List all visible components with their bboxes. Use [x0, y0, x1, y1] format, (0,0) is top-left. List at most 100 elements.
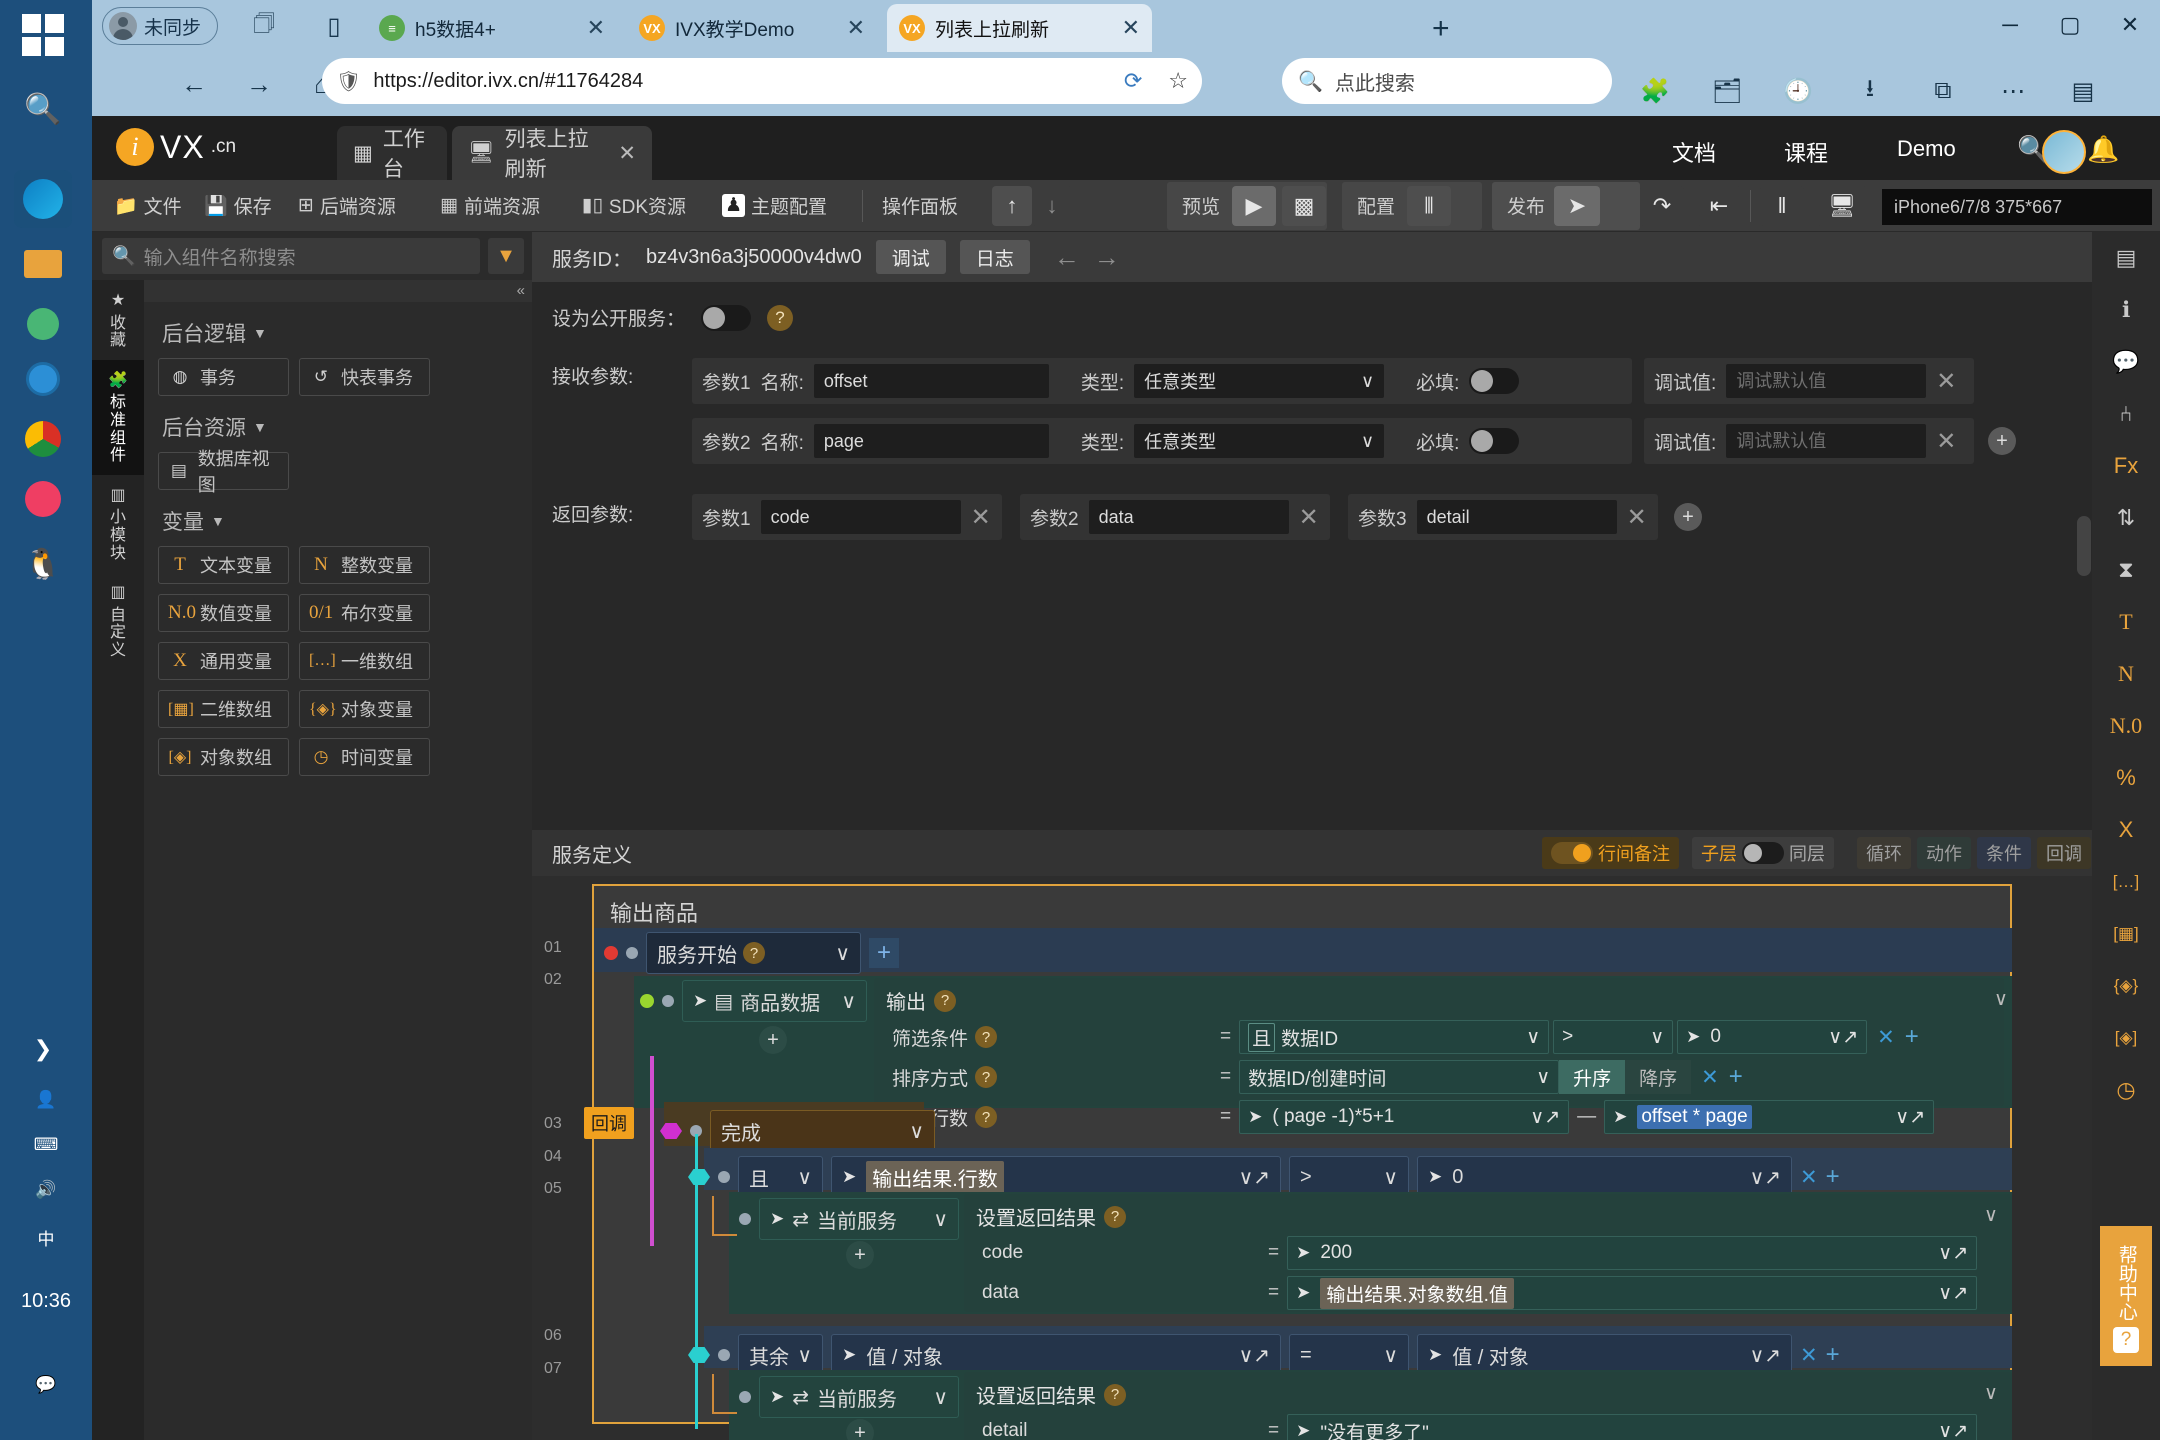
sort-add-icon[interactable]: + [1729, 1063, 1743, 1091]
layer-toggle[interactable]: 子层 同层 [1692, 837, 1834, 869]
debug-button[interactable]: 调试 [875, 240, 946, 274]
align-button[interactable]: ⇤ [1697, 186, 1741, 226]
param-remove-icon[interactable]: ✕ [1936, 367, 1956, 396]
component-chip-int-var[interactable]: N 整数变量 [299, 546, 430, 584]
int-var-icon[interactable]: N [2092, 648, 2160, 700]
add-param-button[interactable]: + [1988, 427, 2016, 455]
current-service-1-add-button[interactable]: + [846, 1241, 874, 1269]
filter-remove-icon[interactable]: ✕ [1877, 1025, 1895, 1050]
param-type-select[interactable]: 任意类型 ∨ [1134, 364, 1385, 398]
clock-icon[interactable]: ◷ [2092, 1064, 2160, 1116]
header-link-demo[interactable]: Demo [1897, 136, 1956, 162]
public-service-toggle[interactable] [701, 304, 752, 331]
info-icon[interactable]: ℹ [2092, 284, 2160, 336]
generic-var-icon[interactable]: X [2092, 804, 2160, 856]
chevron-expand-icon[interactable]: ∨↗ [1938, 1282, 1968, 1305]
panel-collapse-button[interactable]: « [144, 280, 532, 302]
add-return-button[interactable]: + [1674, 503, 1702, 531]
help-icon[interactable]: ? [975, 1026, 998, 1048]
component-chip-array-2d[interactable]: [▦] 二维数组 [158, 690, 289, 728]
param-debug-input[interactable] [1726, 424, 1927, 458]
condition-1-add-icon[interactable]: + [1826, 1163, 1840, 1191]
component-chip-generic-var[interactable]: X 通用变量 [158, 642, 289, 680]
return-remove-icon[interactable]: ✕ [1627, 503, 1647, 532]
set-return-2-value[interactable]: ➤ "没有更多了" ∨↗ [1287, 1414, 1978, 1440]
tag-loop[interactable]: 循环 [1857, 837, 1911, 869]
param-debug-input[interactable] [1726, 364, 1927, 398]
num-var-icon[interactable]: N.0 [2092, 700, 2160, 752]
toolbar-theme-config[interactable]: ♟ 主题配置 [722, 192, 827, 219]
config-sliders-button[interactable]: ⦀ [1407, 186, 1451, 226]
help-icon[interactable]: ? [934, 989, 956, 1012]
component-chip-db-view[interactable]: ▤ 数据库视图 [158, 449, 289, 495]
taskbar-app-pink-icon[interactable] [14, 470, 72, 528]
app-tab-workbench[interactable]: ▦ 工作台 [337, 126, 447, 181]
set-return-1-value-data[interactable]: ➤ 输出结果.对象数组.值 ∨↗ [1287, 1276, 1978, 1310]
redo-button[interactable]: ↷ [1640, 186, 1684, 226]
tray-volume-icon[interactable]: 🔊 [0, 1180, 92, 1200]
param-remove-icon[interactable]: ✕ [1936, 427, 1956, 456]
object-array-icon[interactable]: [◈] [2092, 1012, 2160, 1064]
help-icon[interactable]: ? [1104, 1383, 1126, 1406]
service-start-node[interactable]: 服务开始 ? ∨ + [604, 932, 899, 974]
branch-icon[interactable]: ⑃ [2092, 388, 2160, 440]
help-icon[interactable]: ? [767, 304, 794, 331]
device-toggle-button[interactable]: 🖥 [1817, 186, 1867, 226]
condition-marker-icon[interactable] [688, 1347, 710, 1363]
forward-arrow-icon[interactable]: → [237, 62, 281, 106]
help-icon[interactable]: ? [1104, 1205, 1126, 1228]
taskbar-qq-icon[interactable]: 🐧 [14, 535, 72, 593]
taskbar-search-icon[interactable]: 🔍 [14, 80, 72, 138]
filter-operator-select[interactable]: > ∨ [1553, 1020, 1674, 1054]
canvas-scrollbar[interactable] [2077, 516, 2091, 576]
output-rows-right-expr[interactable]: ➤ offset * page ∨↗ [1604, 1100, 1935, 1134]
sidebar-item-standard-components[interactable]: 🧩 标准组件 [92, 359, 144, 475]
windows-logo-icon[interactable] [22, 14, 66, 58]
chevron-expand-icon[interactable]: ∨↗ [1239, 1343, 1270, 1368]
taskbar-app-green-icon[interactable] [14, 295, 72, 353]
help-center-button[interactable]: 帮助中心 ? [2100, 1226, 2152, 1366]
help-icon[interactable]: ? [975, 1106, 998, 1128]
publish-send-button[interactable]: ➤ [1554, 186, 1600, 226]
return-remove-icon[interactable]: ✕ [971, 503, 991, 532]
sort-asc-button[interactable]: 升序 [1559, 1060, 1626, 1094]
return-value-input[interactable]: code [760, 500, 961, 534]
filter-icon[interactable]: ⇅ [2092, 492, 2160, 544]
tray-keyboard-icon[interactable]: ⌨ [0, 1135, 92, 1155]
param-required-toggle[interactable] [1469, 368, 1520, 394]
window-maximize-button[interactable]: ▢ [2040, 0, 2100, 50]
toolbar-sdk-resources[interactable]: ▮▯ SDK资源 [582, 192, 686, 219]
service-start-select[interactable]: 服务开始 ? ∨ [646, 932, 861, 974]
address-bar[interactable]: 🛡 https://editor.ivx.cn/#11764284 ⟳ ☆ [322, 58, 1202, 104]
callback-marker-icon[interactable] [660, 1123, 682, 1139]
service-start-add-button[interactable]: + [869, 938, 899, 968]
goods-data-select[interactable]: ➤ ▤ 商品数据 ∨ [682, 980, 867, 1022]
extensions-icon[interactable]: 🧩 [1632, 68, 1678, 114]
vertical-tabs-icon[interactable]: ▯ [317, 10, 351, 42]
toolbar-save[interactable]: 💾 保存 [204, 192, 272, 219]
sidebar-item-favorites[interactable]: ★ 收藏 [92, 280, 144, 360]
toolbar-file[interactable]: 📁 文件 [114, 192, 182, 219]
toolbar-backend-resources[interactable]: ⊞ 后端资源 [298, 192, 396, 219]
tab-close-icon[interactable]: ✕ [1122, 15, 1140, 41]
callback-select[interactable]: 完成 ∨ [710, 1110, 935, 1152]
fx-icon[interactable]: Fx [2092, 440, 2160, 492]
taskbar-folder-icon[interactable] [14, 235, 72, 293]
taskbar-expand-chevron-icon[interactable]: ❯ [14, 1020, 72, 1078]
comment-icon[interactable]: 💬 [2092, 336, 2160, 388]
tray-person-icon[interactable]: 👤 [0, 1090, 92, 1110]
filter-add-icon[interactable]: + [1905, 1023, 1919, 1051]
new-tab-button[interactable]: + [1432, 12, 1450, 46]
param-required-toggle[interactable] [1469, 428, 1520, 454]
downloads-icon[interactable]: ⭳ [1847, 68, 1893, 114]
browser-tab-1[interactable]: VX IVX教学Demo ✕ [627, 4, 877, 52]
array-1d-icon[interactable]: […] [2092, 856, 2160, 908]
tag-callback[interactable]: 回调 [2037, 837, 2091, 869]
next-button[interactable]: → [1094, 242, 1120, 273]
filter-value-input[interactable]: ➤ 0 ∨↗ [1677, 1020, 1868, 1054]
tag-action[interactable]: 动作 [1917, 837, 1971, 869]
condition-marker-icon[interactable] [688, 1169, 710, 1185]
header-link-courses[interactable]: 课程 [1784, 136, 1828, 168]
filter-button[interactable]: ▼ [488, 238, 524, 274]
app-tab-close-icon[interactable]: ✕ [618, 141, 636, 166]
